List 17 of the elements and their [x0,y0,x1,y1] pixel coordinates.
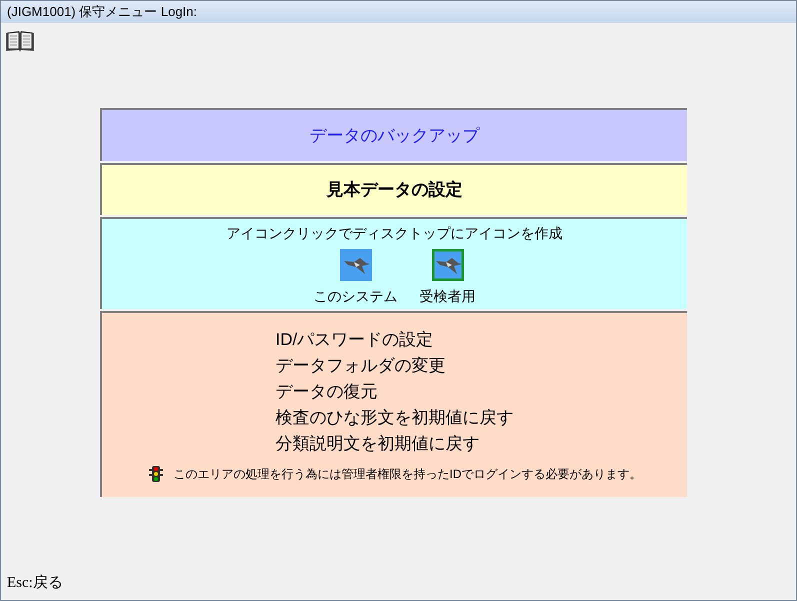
admin-menu-link[interactable]: 検査のひな形文を初期値に戻す [276,405,514,431]
admin-menu-link[interactable]: データフォルダの変更 [276,353,446,379]
shortcut-button[interactable]: 受検者用 [420,249,476,305]
admin-menu-link[interactable]: 分類説明文を初期値に戻す [276,431,480,457]
backup-button[interactable]: データのバックアップ [100,108,687,161]
book-icon[interactable] [5,29,35,53]
shortcut-button[interactable]: このシステム [314,249,398,305]
escape-hint: Esc:戻る [6,574,64,592]
admin-menu-link[interactable]: ID/パスワードの設定 [276,327,434,353]
window-title: (JIGM1001) 保守メニュー LogIn: [1,1,796,23]
admin-notice: このエリアの処理を行う為には管理者権限を持ったIDでログインする必要があります。 [174,466,642,483]
bird-icon [340,249,372,281]
sample-data-button[interactable]: 見本データの設定 [100,163,687,215]
shortcut-caption: アイコンクリックでディスクトップにアイコンを作成 [226,224,562,243]
admin-menu-link[interactable]: データの復元 [276,379,378,405]
traffic-light-icon [148,466,164,482]
bird-icon [432,249,464,281]
